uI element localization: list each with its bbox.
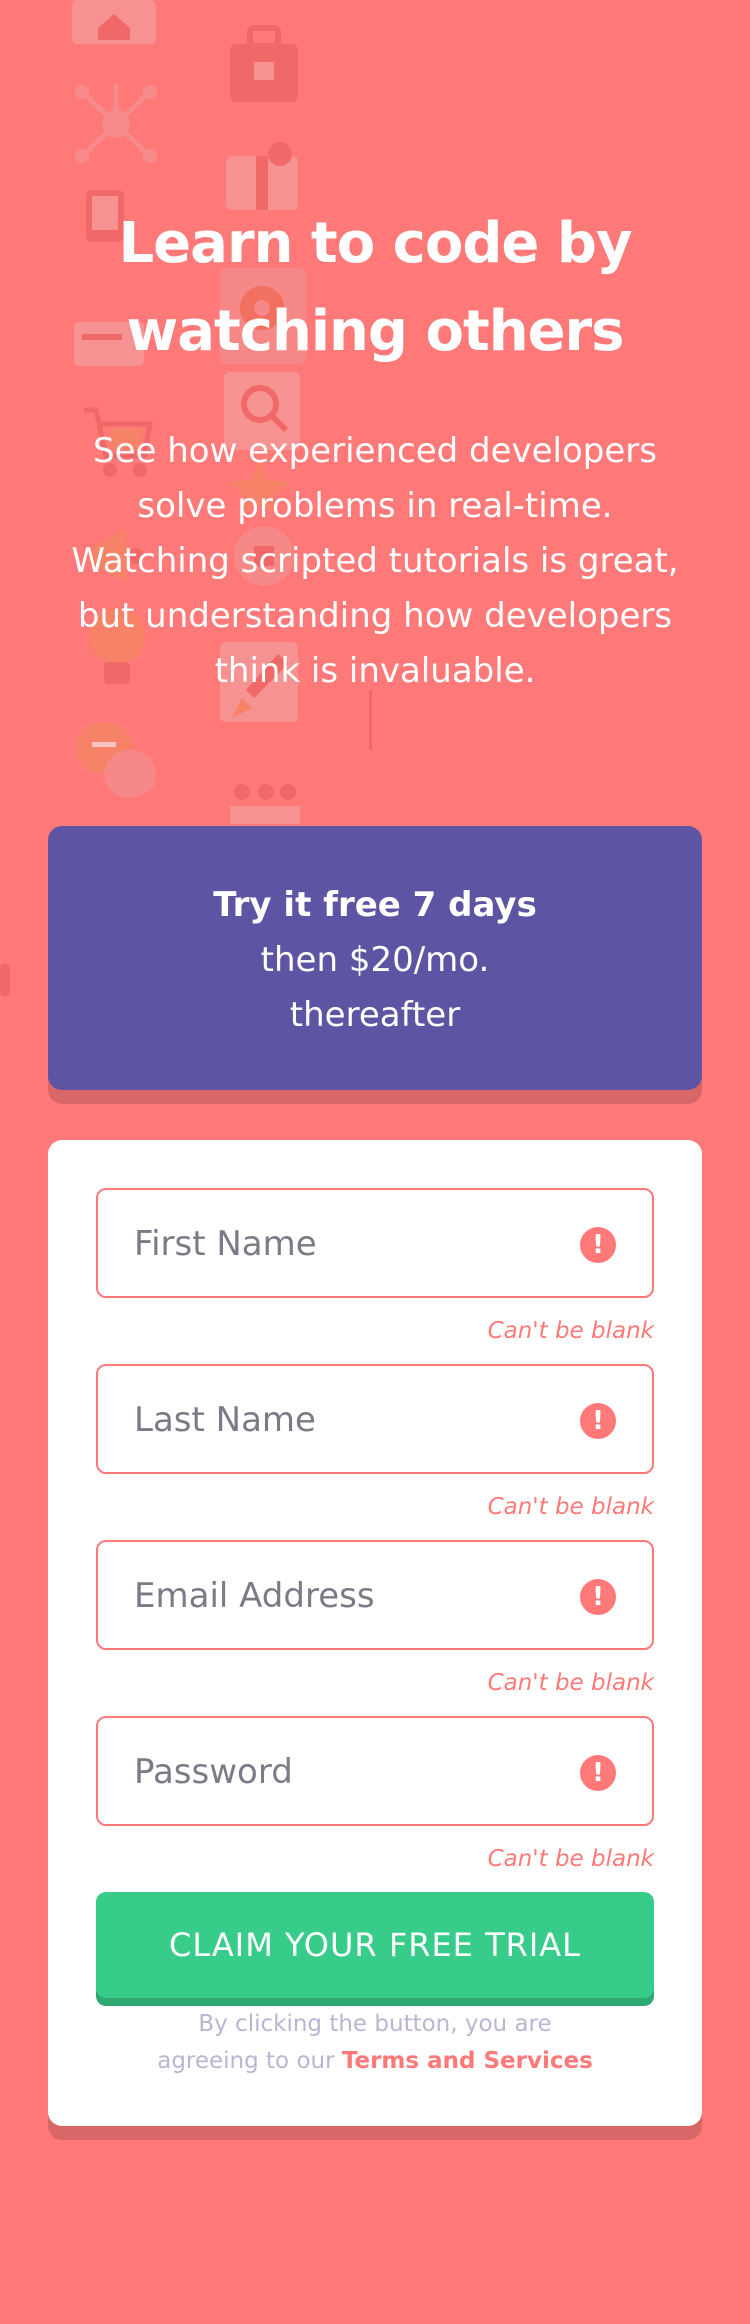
email-input[interactable] [132,1542,556,1650]
hero-text-line: See how experienced developers [92,431,657,471]
promo-highlight: Try it free 7 days [213,885,537,925]
hero-text-line: solve problems in real-time. [137,486,613,526]
error-icon: ! [580,1403,616,1439]
promo-banner: Try it free 7 days then $20/mo. thereaft… [48,826,702,1090]
network-icon [75,84,157,163]
chat-icon [76,722,156,798]
edge-icon [0,964,10,996]
error-icon: ! [580,1579,616,1615]
email-field: ! [96,1540,654,1650]
promo-price: then $20/mo. [260,940,490,980]
hero-title-line: watching others [126,299,624,364]
terms-text: agreeing to our [157,2048,342,2074]
last-name-field: ! [96,1364,654,1474]
terms-notice: By clicking the button, you are agreeing… [108,2006,642,2080]
claim-trial-button[interactable]: CLAIM YOUR FREE TRIAL [96,1892,654,1998]
hero-text-line: Watching scripted tutorials is great, [71,541,679,581]
email-error: Can't be blank [487,1670,654,1696]
signup-form: ! Can't be blank ! Can't be blank ! Can'… [48,1140,702,2126]
line-deco [369,690,372,750]
password-input[interactable] [132,1718,556,1826]
toolbox-icon [230,25,298,102]
error-icon: ! [580,1755,616,1791]
first-name-input[interactable] [132,1190,556,1298]
error-icon: ! [580,1227,616,1263]
first-name-error: Can't be blank [487,1318,654,1344]
first-name-field: ! [96,1188,654,1298]
home-icon [72,0,156,44]
people-icon [230,784,300,824]
password-error: Can't be blank [487,1846,654,1872]
promo-suffix: thereafter [289,995,461,1035]
last-name-error: Can't be blank [487,1494,654,1520]
password-field: ! [96,1716,654,1826]
terms-link[interactable]: Terms and Services [342,2048,593,2074]
hero-text-line: think is invaluable. [214,651,536,691]
hero-text-line: but understanding how developers [77,596,673,636]
hero-description: See how experienced developers solve pro… [50,424,700,699]
hero-title: Learn to code by watching others [0,200,750,376]
terms-text: By clicking the button, you are [198,2011,552,2037]
last-name-input[interactable] [132,1366,556,1474]
hero-title-line: Learn to code by [118,211,633,276]
